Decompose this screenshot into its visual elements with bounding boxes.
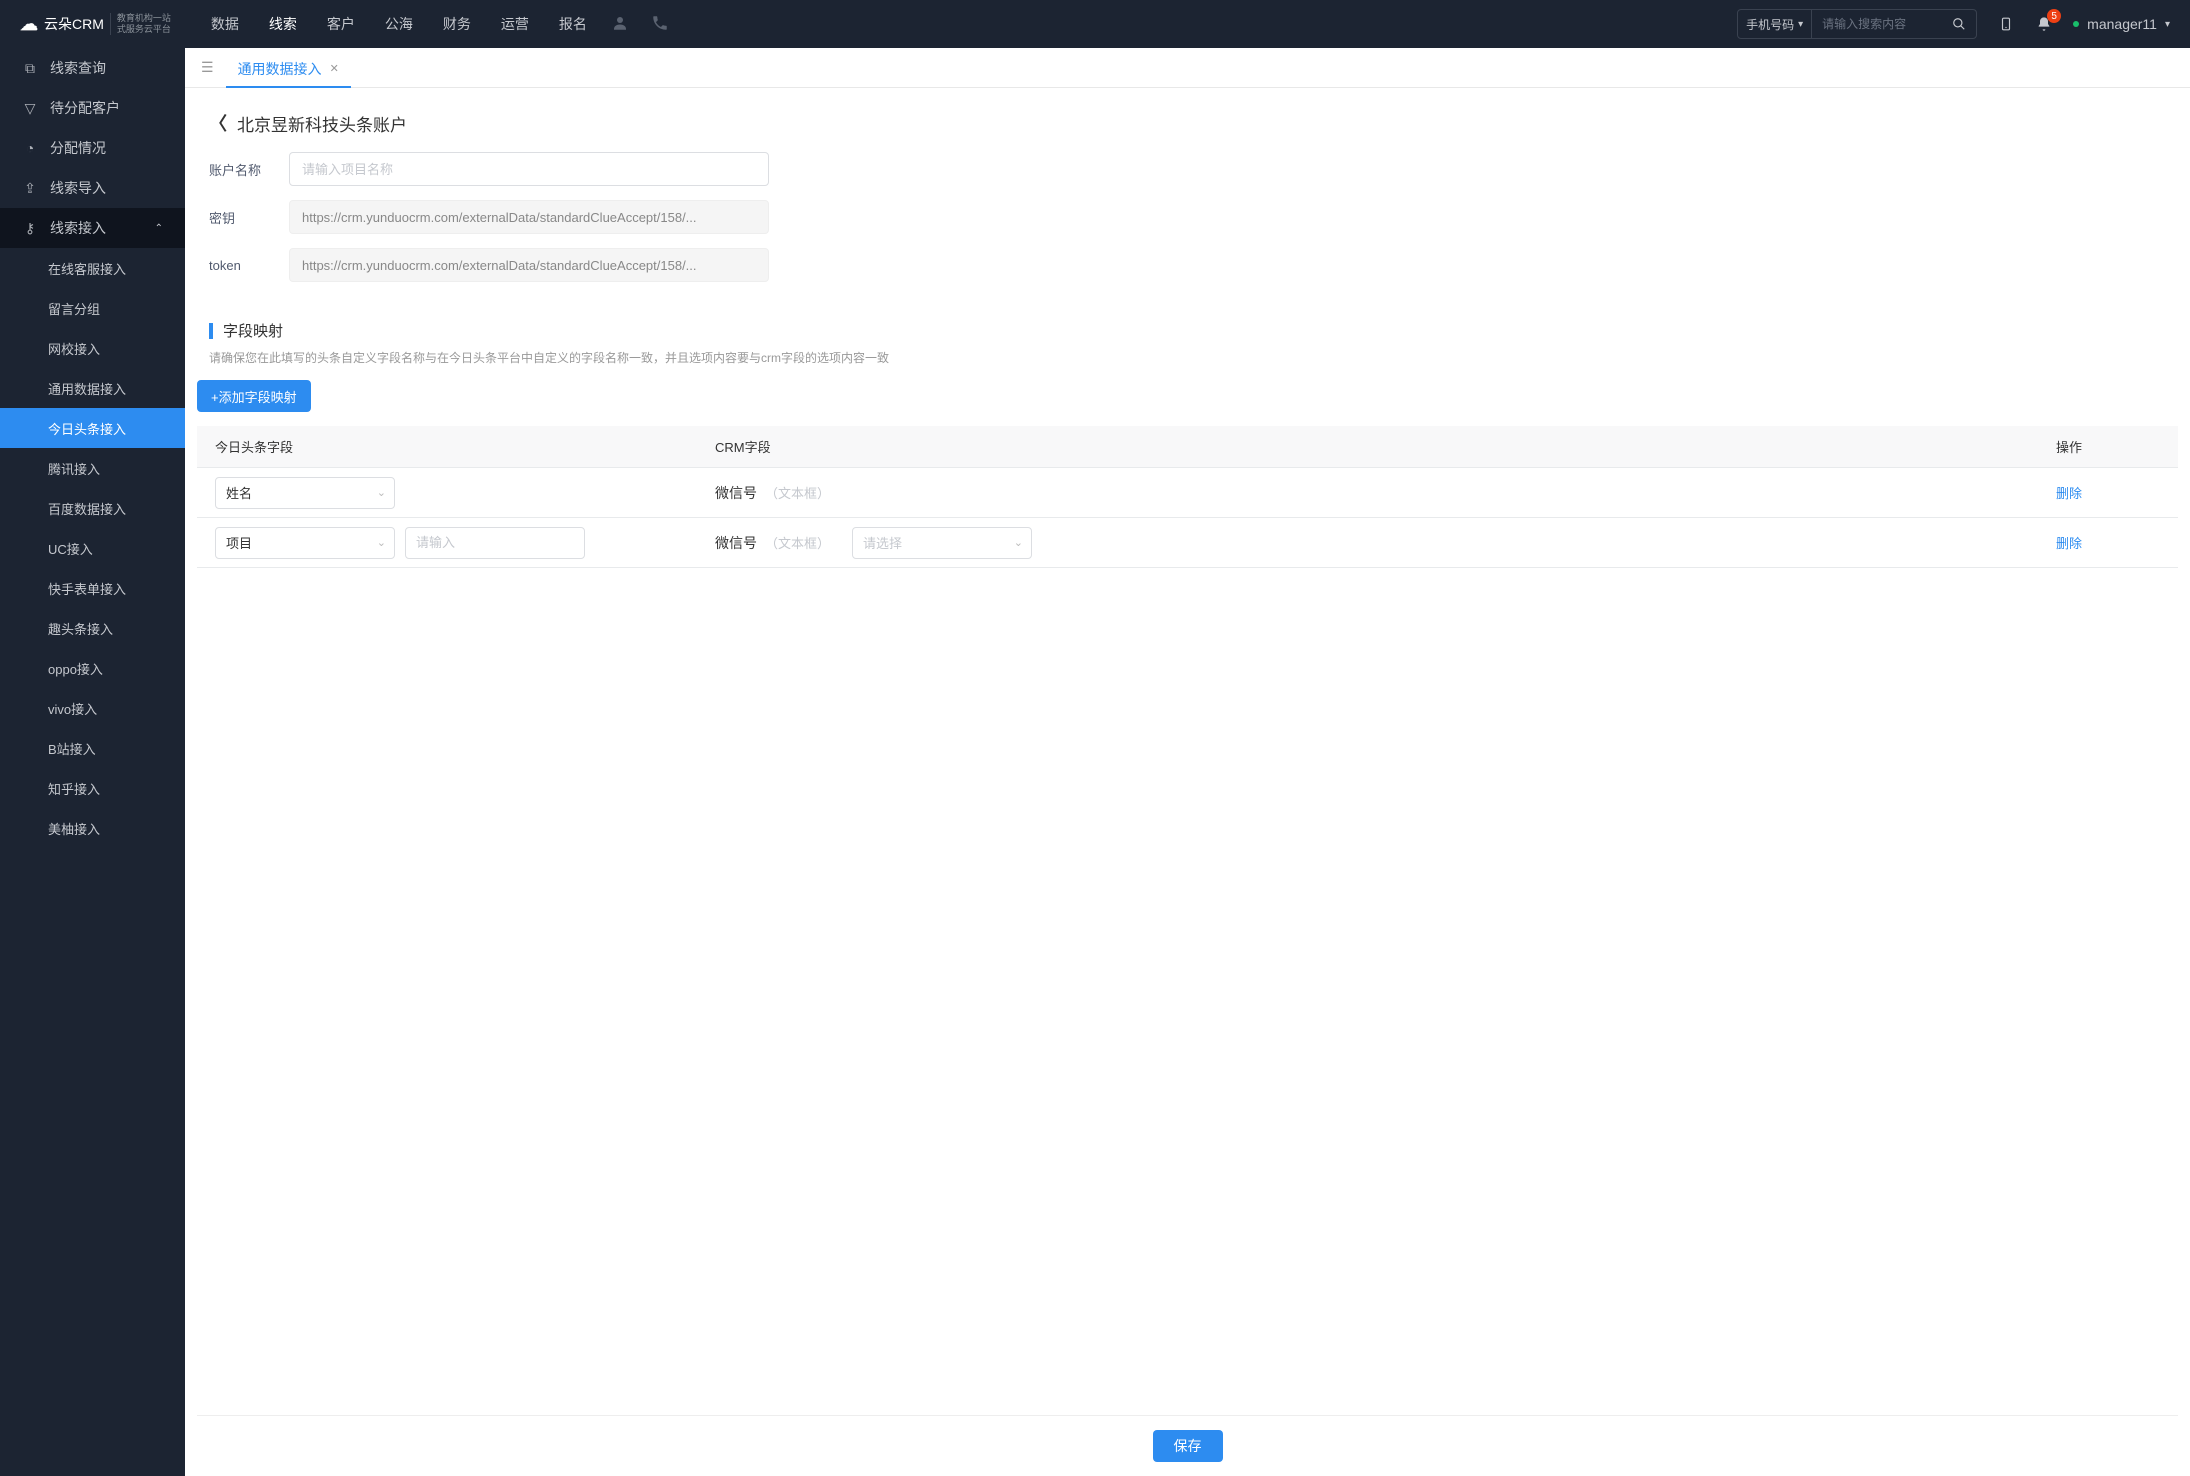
sidebar-import[interactable]: ⇪线索导入 [0, 168, 185, 208]
search-box: 手机号码▾ [1737, 9, 1977, 39]
phone-icon[interactable] [1997, 15, 2015, 33]
save-button[interactable]: 保存 [1153, 1430, 1223, 1462]
input-field-value[interactable] [405, 527, 585, 559]
crm-field-type: （文本框） [765, 533, 830, 552]
status-dot-icon [2073, 21, 2079, 27]
nav-customer[interactable]: 客户 [327, 14, 355, 34]
notification-badge: 5 [2047, 9, 2061, 23]
sidebar-sub-tencent[interactable]: 腾讯接入 [0, 448, 185, 488]
nav-data[interactable]: 数据 [211, 14, 239, 34]
logo-brand: 云朵CRM [44, 14, 104, 34]
crm-field-value: 微信号 [715, 533, 757, 553]
crm-field-value: 微信号 [715, 483, 757, 503]
user-name: manager11 [2087, 16, 2157, 32]
close-icon[interactable]: ✕ [330, 62, 339, 75]
sidebar-sub-msg-group[interactable]: 留言分组 [0, 288, 185, 328]
search-button[interactable] [1942, 10, 1976, 38]
select-toutiao-field[interactable]: 姓名⌄ [215, 477, 395, 509]
page-title: 北京昱新科技头条账户 [237, 111, 407, 136]
table-head: 今日头条字段 CRM字段 操作 [197, 426, 2178, 468]
sidebar: ⧉线索查询 ▽待分配客户 ◔分配情况 ⇪线索导入 ⚷线索接入⌃ 在线客服接入 留… [0, 48, 185, 1476]
sidebar-sub-school[interactable]: 网校接入 [0, 328, 185, 368]
input-account-name[interactable] [289, 152, 769, 186]
nav-finance[interactable]: 财务 [443, 14, 471, 34]
sidebar-sub-generic[interactable]: 通用数据接入 [0, 368, 185, 408]
chevron-down-icon: ▾ [2165, 19, 2170, 30]
table-row: 项目⌄ 微信号 （文本框） 请选择⌄ 删除 [197, 518, 2178, 568]
sidebar-sub-vivo[interactable]: vivo接入 [0, 688, 185, 728]
sidebar-sub-bilibili[interactable]: B站接入 [0, 728, 185, 768]
sidebar-sub-zhihu[interactable]: 知乎接入 [0, 768, 185, 808]
select-toutiao-field[interactable]: 项目⌄ [215, 527, 395, 559]
nav-ops[interactable]: 运营 [501, 14, 529, 34]
nav-clue[interactable]: 线索 [269, 14, 297, 34]
add-mapping-button[interactable]: +添加字段映射 [197, 380, 311, 412]
nav-enroll[interactable]: 报名 [559, 14, 587, 34]
call-icon[interactable] [651, 14, 669, 35]
logo-subtitle: 教育机构一站式服务云平台 [110, 13, 171, 35]
tabs-menu-icon[interactable]: ☰ [197, 55, 218, 80]
tab-generic-data[interactable]: 通用数据接入 ✕ [226, 52, 351, 88]
sidebar-clue-search[interactable]: ⧉线索查询 [0, 48, 185, 88]
search-type-select[interactable]: 手机号码▾ [1738, 10, 1812, 38]
sidebar-clue-access[interactable]: ⚷线索接入⌃ [0, 208, 185, 248]
section-bar-icon [209, 323, 213, 339]
sidebar-sub-kuaishou[interactable]: 快手表单接入 [0, 568, 185, 608]
delete-link[interactable]: 删除 [2056, 486, 2082, 501]
search-input[interactable] [1812, 17, 1942, 31]
tabs-bar: ☰ 通用数据接入 ✕ [185, 48, 2190, 88]
label-key: 密钥 [209, 208, 289, 227]
input-key [289, 200, 769, 234]
notification-bell-icon[interactable]: 5 [2035, 15, 2053, 33]
crm-field-type: （文本框） [765, 483, 830, 502]
nav-pool[interactable]: 公海 [385, 14, 413, 34]
input-token [289, 248, 769, 282]
logo[interactable]: ☁ 云朵CRM 教育机构一站式服务云平台 [20, 13, 171, 35]
sidebar-unassigned[interactable]: ▽待分配客户 [0, 88, 185, 128]
delete-link[interactable]: 删除 [2056, 536, 2082, 551]
section-help: 请确保您在此填写的头条自定义字段名称与在今日头条平台中自定义的字段名称一致，并且… [209, 349, 2166, 366]
label-account-name: 账户名称 [209, 160, 289, 179]
sidebar-sub-qutoutiao[interactable]: 趣头条接入 [0, 608, 185, 648]
select-crm-option[interactable]: 请选择⌄ [852, 527, 1032, 559]
th-crm-field: CRM字段 [697, 437, 2038, 456]
back-button[interactable]: 〈 [209, 110, 227, 136]
sidebar-allocation[interactable]: ◔分配情况 [0, 128, 185, 168]
user-menu[interactable]: manager11 ▾ [2073, 16, 2170, 32]
sidebar-sub-oppo[interactable]: oppo接入 [0, 648, 185, 688]
sidebar-sub-baidu[interactable]: 百度数据接入 [0, 488, 185, 528]
sidebar-sub-toutiao[interactable]: 今日头条接入 [0, 408, 185, 448]
sidebar-sub-meiyou[interactable]: 美柚接入 [0, 808, 185, 848]
th-action: 操作 [2038, 437, 2178, 456]
header: ☁ 云朵CRM 教育机构一站式服务云平台 数据 线索 客户 公海 财务 运营 报… [0, 0, 2190, 48]
label-token: token [209, 258, 289, 273]
top-nav: 数据 线索 客户 公海 财务 运营 报名 [211, 14, 587, 34]
table-row: 姓名⌄ 微信号 （文本框） 删除 [197, 468, 2178, 518]
sidebar-sub-online-cs[interactable]: 在线客服接入 [0, 248, 185, 288]
person-icon[interactable] [611, 14, 629, 35]
th-toutiao-field: 今日头条字段 [197, 437, 697, 456]
section-title: 字段映射 [223, 320, 283, 341]
logo-cloud-icon: ☁ [20, 14, 38, 35]
sidebar-sub-uc[interactable]: UC接入 [0, 528, 185, 568]
